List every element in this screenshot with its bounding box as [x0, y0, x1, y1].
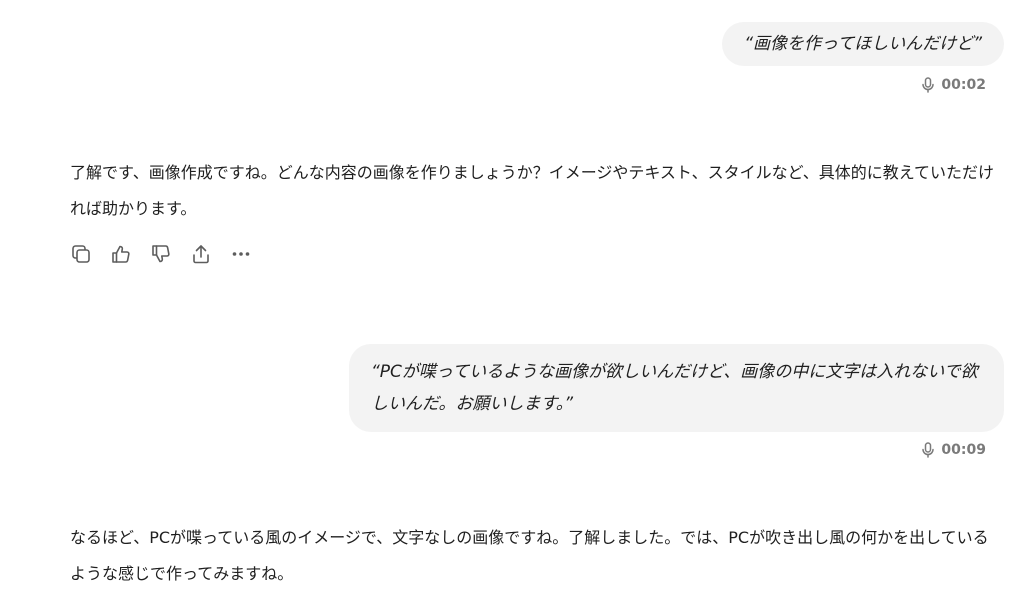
- more-options-button[interactable]: [230, 243, 252, 265]
- thumbs-down-icon: [150, 243, 172, 265]
- microphone-icon: [921, 442, 935, 458]
- microphone-icon: [921, 77, 935, 93]
- voice-duration-text: 00:09: [941, 442, 986, 458]
- message-actions: [70, 243, 252, 265]
- user-message-bubble: “画像を作ってほしいんだけど”: [722, 22, 1004, 66]
- user-message-bubble: “PCが喋っているような画像が欲しいんだけど、画像の中に文字は入れないで欲しいん…: [349, 344, 1004, 432]
- assistant-message: なるほど、PCが喋っている風のイメージで、文字なしの画像ですね。了解しました。で…: [70, 520, 995, 592]
- user-message-text: “PCが喋っているような画像が欲しいんだけど、画像の中に文字は入れないで欲しいん…: [371, 362, 978, 414]
- thumbs-down-button[interactable]: [150, 243, 172, 265]
- copy-button[interactable]: [70, 243, 92, 265]
- assistant-message-text: 了解です、画像作成ですね。どんな内容の画像を作りましょうか？イメージやテキスト、…: [70, 163, 995, 218]
- share-icon: [190, 243, 212, 265]
- thumbs-up-button[interactable]: [110, 243, 132, 265]
- share-button[interactable]: [190, 243, 212, 265]
- user-message-text: “画像を作ってほしいんだけど”: [744, 34, 982, 54]
- assistant-message-text: なるほど、PCが喋っている風のイメージで、文字なしの画像ですね。了解しました。で…: [70, 528, 989, 583]
- voice-duration: 00:09: [921, 442, 986, 458]
- copy-icon: [70, 243, 92, 265]
- voice-duration-text: 00:02: [941, 77, 986, 93]
- assistant-message: 了解です、画像作成ですね。どんな内容の画像を作りましょうか？イメージやテキスト、…: [70, 155, 995, 227]
- voice-duration: 00:02: [921, 77, 986, 93]
- thumbs-up-icon: [110, 243, 132, 265]
- more-icon: [230, 243, 252, 265]
